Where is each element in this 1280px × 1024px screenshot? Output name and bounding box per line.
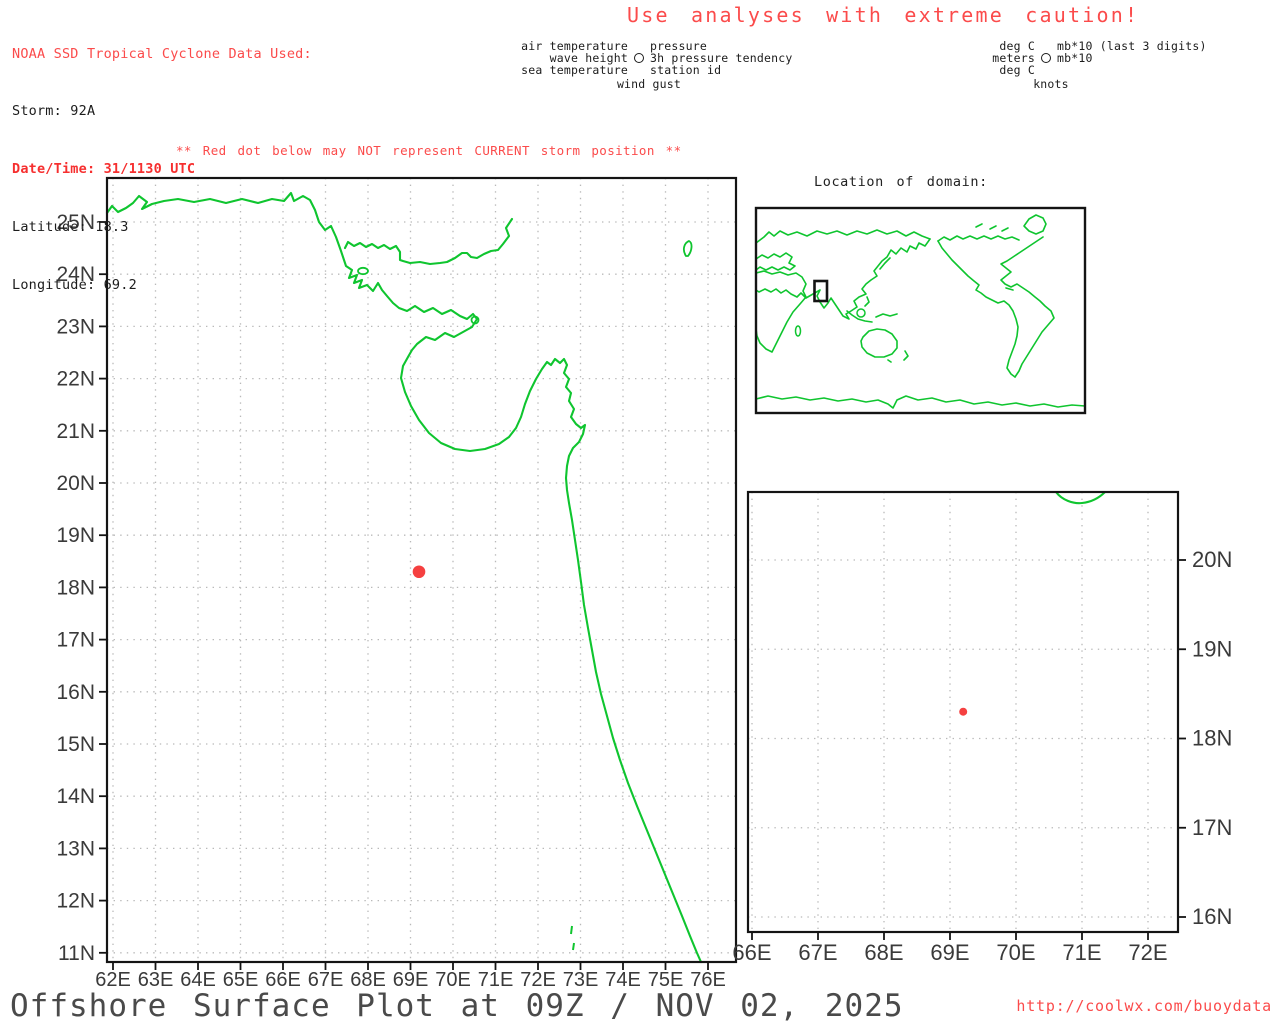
- lon-label: 70E: [996, 940, 1035, 965]
- lat-label: 19N: [1192, 636, 1232, 661]
- storm-datetime-line: Date/Time: 31/1130 UTC: [12, 161, 196, 178]
- legend-row: deg C: [985, 63, 1207, 78]
- world-map-frame: [754, 206, 1087, 415]
- lat-label: 18N: [1192, 726, 1232, 751]
- coastline-kathiawar-inset: [1055, 491, 1106, 505]
- coastline-rann-of-kutch: [343, 217, 514, 266]
- storm-info-block: NOAA SSD Tropical Cyclone Data Used: Sto…: [12, 6, 312, 315]
- plot-title: Offshore Surface Plot at 09Z / NOV 02, 2…: [10, 988, 904, 1024]
- legend-right-label: mb*10: [1057, 51, 1093, 66]
- station-circle-icon: [1035, 53, 1057, 64]
- lat-label: 14N: [56, 785, 95, 808]
- station-circle-icon: [1041, 53, 1051, 64]
- delta-island: [357, 266, 369, 276]
- world-japan: [879, 257, 891, 270]
- legend-left-label: sea temperature: [521, 63, 628, 78]
- world-europe: [755, 252, 796, 271]
- lat-label: 15N: [56, 733, 95, 756]
- world-asia-coast: [755, 238, 931, 320]
- lat-label: 19N: [56, 524, 95, 547]
- lat-label: 12N: [56, 890, 95, 913]
- lat-label: 16N: [56, 681, 95, 704]
- world-cuba: [1005, 287, 1014, 291]
- world-arctic-islands: [975, 223, 1009, 232]
- world-new-guinea: [875, 313, 898, 318]
- lat-label: 20N: [1192, 547, 1232, 572]
- world-australia: [860, 328, 898, 358]
- lon-label: 71E: [1062, 940, 1101, 965]
- world-borneo: [856, 308, 866, 318]
- world-greenland: [1023, 214, 1047, 235]
- station-circle-icon: [634, 53, 644, 64]
- world-philippines: [864, 296, 870, 307]
- units-legend: deg Cmb*10 (last 3 digits) meters mb*10 deg…: [985, 39, 1207, 91]
- legend-bottom-label: knots: [1033, 76, 1069, 91]
- lat-label: 11N: [58, 942, 95, 965]
- caution-banner: Use analyses with extreme caution!: [627, 3, 1140, 27]
- legend-left-label: deg C: [999, 63, 1035, 78]
- legend-bottom-label: wind gust: [616, 76, 682, 91]
- world-nz-tasmania: [887, 350, 909, 363]
- lat-label: 17N: [56, 629, 95, 652]
- legend-row: sea temperature station id: [520, 63, 792, 78]
- world-antarctica: [755, 395, 1086, 409]
- lat-label: 20N: [56, 472, 95, 495]
- lat-label: 13N: [56, 837, 95, 860]
- legend-right-label: station id: [650, 63, 722, 78]
- domain-inset-title: Location of domain:: [814, 174, 988, 190]
- world-north-america-arctic: [937, 235, 1020, 242]
- small-islands: [570, 925, 575, 951]
- world-americas-east: [1000, 236, 1055, 378]
- storm-info-header: NOAA SSD Tropical Cyclone Data Used:: [12, 45, 312, 62]
- lat-label: 23N: [56, 315, 95, 338]
- lat-label: 21N: [56, 420, 95, 443]
- lat-label: 16N: [1192, 904, 1232, 929]
- lat-label: 22N: [56, 368, 95, 391]
- lat-label: 18N: [56, 576, 95, 599]
- domain-location-rectangle: [813, 279, 829, 303]
- lon-label: 67E: [798, 940, 837, 965]
- storm-position-dot: [412, 565, 426, 579]
- source-url-link[interactable]: http://coolwx.com/buoydata: [1016, 997, 1272, 1015]
- world-madagascar: [794, 325, 802, 337]
- storm-id-line: Storm: 92A: [12, 103, 96, 120]
- world-africa: [755, 270, 807, 353]
- station-model-legend: air temperature pressure wave height 3h pre…: [520, 39, 792, 91]
- storm-latitude-line: Latitude: 18.3: [12, 219, 129, 236]
- storm-position-dot-inset: [959, 707, 968, 716]
- storm-position-warning: ** Red dot below may NOT represent CURRE…: [176, 143, 682, 158]
- inland-lake: [682, 240, 693, 257]
- storm-longitude-line: Longitude: 69.2: [12, 277, 137, 294]
- offshore-surface-plot-page: { "storm_info": { "header": "NOAA SSD Tr…: [0, 0, 1280, 1024]
- lon-label: 68E: [864, 940, 903, 965]
- lon-label: 66E: [732, 940, 771, 965]
- lon-label: 72E: [1128, 940, 1167, 965]
- station-circle-icon: [628, 53, 650, 64]
- lat-label: 17N: [1192, 815, 1232, 840]
- lon-label: 69E: [930, 940, 969, 965]
- world-eurasia-arctic: [755, 229, 931, 244]
